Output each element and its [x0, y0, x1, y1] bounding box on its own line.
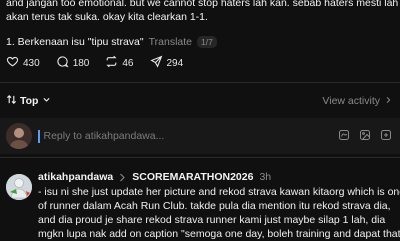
reply-placeholder: Reply to atikahpandawa...	[43, 130, 165, 142]
comment-line: and dia proud je share rekod strava runn…	[38, 214, 386, 226]
comment-line: of runner dalam Acah Run Club. takde pul…	[38, 200, 391, 212]
reply-tools	[329, 129, 392, 141]
text-caret	[38, 129, 40, 143]
like-count: 430	[23, 57, 40, 69]
post-list-item: 1. Berkenaan isu "tipu strava"	[6, 36, 144, 48]
post-line: akan terus tak suka. okay kita clearkan …	[6, 11, 208, 23]
reply-count: 180	[72, 57, 90, 69]
post-actions: 430 180 46 294	[6, 55, 199, 71]
chevron-down-icon	[38, 95, 51, 107]
chevron-right-icon	[119, 173, 126, 182]
image-icon[interactable]	[359, 129, 371, 141]
sort-row: Top View activity	[6, 93, 392, 109]
translate-link[interactable]: Translate	[149, 36, 192, 48]
view-activity-link[interactable]: View activity	[322, 95, 392, 107]
repost-button[interactable]: 46	[105, 55, 134, 71]
comment-body: - isu ni she just update her picture and…	[38, 185, 400, 241]
avatar	[6, 123, 32, 149]
section-divider	[0, 157, 400, 158]
heart-icon	[6, 55, 23, 71]
gif-icon[interactable]	[338, 129, 350, 141]
share-button[interactable]: 294	[149, 55, 184, 71]
view-activity-label: View activity	[322, 95, 380, 107]
like-button[interactable]: 430	[6, 55, 40, 71]
sort-dropdown[interactable]: Top	[6, 94, 51, 108]
share-count: 294	[166, 57, 184, 69]
more-icon[interactable]	[380, 129, 392, 141]
sort-label: Top	[20, 95, 39, 107]
comment-line: mgkn lupa nak add on caption "semoga one…	[38, 228, 400, 240]
post-line: and jangan too emotional. but we cannot …	[6, 0, 399, 9]
comment-author[interactable]: atikahpandawa	[38, 171, 113, 183]
post-body: and jangan too emotional. but we cannot …	[6, 0, 398, 24]
repost-count: 46	[122, 57, 134, 69]
post-list-item-row: 1. Berkenaan isu "tipu strava" Translate…	[6, 34, 217, 50]
comment-icon	[56, 55, 73, 71]
send-icon	[149, 55, 167, 71]
reply-button[interactable]: 180	[56, 55, 90, 71]
page-indicator-badge: 1/7	[197, 36, 217, 48]
chevron-right-icon	[380, 95, 392, 107]
comment-timestamp: 3h	[259, 171, 272, 183]
comment-tag[interactable]: SCOREMARATHON2026	[132, 171, 253, 183]
avatar[interactable]	[6, 174, 32, 200]
section-divider	[0, 82, 400, 83]
sort-arrows-icon	[6, 94, 20, 108]
comment-header: atikahpandawa SCOREMARATHON2026 3h	[38, 170, 271, 184]
reply-input[interactable]: Reply to atikahpandawa...	[38, 128, 308, 144]
repost-icon	[105, 55, 122, 71]
comment-line: - isu ni she just update her picture and…	[38, 186, 400, 198]
